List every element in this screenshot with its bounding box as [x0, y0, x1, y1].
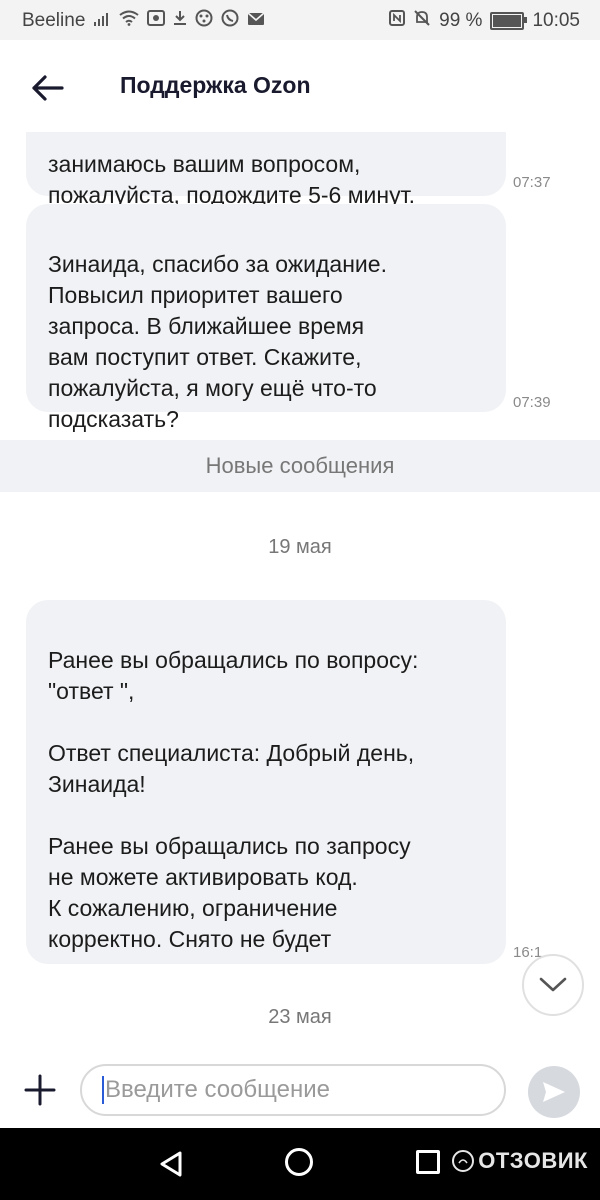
message-input[interactable]: Введите сообщение [80, 1064, 506, 1116]
message-time: 07:39 [513, 394, 551, 411]
status-right: 99 % 10:05 [389, 9, 580, 32]
chevron-down-icon [539, 977, 567, 992]
wifi-icon [119, 10, 140, 31]
download-icon [173, 10, 187, 31]
nfc-icon [389, 10, 406, 31]
clock: 10:05 [532, 9, 580, 31]
watermark-text: ОТЗОВИК [478, 1148, 588, 1173]
arrow-left-icon [32, 75, 64, 101]
date-separator: 23 мая [268, 1006, 332, 1028]
carrier-name: Beeline [22, 9, 86, 31]
date-separator: 19 мая [268, 536, 332, 558]
message-text: Зинаида, спасибо за ожидание. Повысил пр… [48, 251, 387, 432]
mail-icon [247, 11, 265, 31]
page-title: Поддержка Ozon [120, 72, 311, 98]
send-icon [543, 1082, 565, 1102]
battery-icon [490, 11, 528, 30]
message-text: Ранее вы обращались по вопросу: "ответ "… [48, 647, 419, 952]
text-caret [102, 1076, 104, 1104]
message-bubble: Зинаида, спасибо за ожидание. Повысил пр… [26, 204, 506, 432]
chat-messages[interactable]: занимаюсь вашим вопросом, пожалуйста, по… [0, 132, 600, 1052]
message-bubble: Ранее вы обращались по вопросу: "ответ "… [26, 600, 506, 964]
mute-icon [413, 9, 431, 32]
message-time: 07:37 [513, 174, 551, 191]
watermark-icon [452, 1150, 475, 1172]
input-placeholder: Введите сообщение [105, 1076, 330, 1103]
nav-home-button[interactable] [285, 1148, 313, 1176]
scroll-to-bottom-button[interactable] [522, 954, 584, 1016]
status-left: Beeline [22, 9, 265, 32]
nav-back-button[interactable] [158, 1150, 184, 1183]
nav-recent-apps-button[interactable] [416, 1150, 440, 1174]
watermark-logo: ОТЗОВИК [452, 1148, 588, 1174]
system-nav-bar: ОТЗОВИК [0, 1128, 600, 1200]
game-icon [195, 9, 213, 32]
whatsapp-icon [221, 9, 239, 32]
plus-icon [24, 1074, 56, 1106]
signal-icon [93, 11, 111, 31]
message-input-bar: Введите сообщение [0, 1052, 600, 1128]
battery-percent: 99 % [439, 9, 483, 31]
status-bar: Beeline 99 % 10:05 [0, 0, 600, 40]
attach-button[interactable] [22, 1072, 58, 1108]
message-text: занимаюсь вашим вопросом, пожалуйста, по… [48, 151, 415, 208]
message-bubble: занимаюсь вашим вопросом, пожалуйста, по… [26, 132, 506, 208]
send-button[interactable] [528, 1066, 580, 1118]
message-time: 16:1 [513, 944, 543, 958]
app-notification-icon [147, 10, 166, 31]
new-messages-divider: Новые сообщения [0, 440, 600, 492]
triangle-back-icon [160, 1151, 182, 1177]
back-button[interactable] [28, 68, 68, 108]
chat-header: Поддержка Ozon [0, 40, 600, 132]
